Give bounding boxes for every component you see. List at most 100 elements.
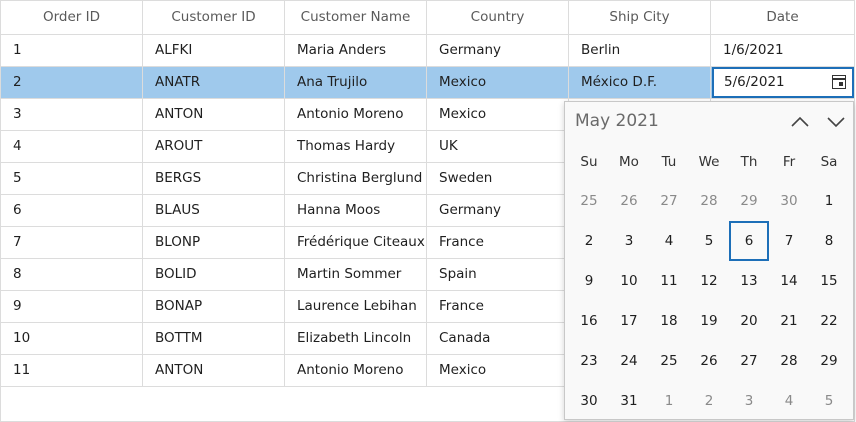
calendar-day[interactable]: 10 — [609, 261, 649, 301]
calendar-day[interactable]: 6 — [729, 221, 769, 261]
calendar-day[interactable]: 29 — [729, 181, 769, 221]
column-header-country[interactable]: Country — [427, 1, 569, 34]
calendar-day[interactable]: 8 — [809, 221, 849, 261]
calendar-day[interactable]: 9 — [569, 261, 609, 301]
calendar-day[interactable]: 29 — [809, 341, 849, 381]
date-value[interactable]: 5/6/2021 — [724, 69, 785, 96]
cell-customer-id[interactable]: ANTON — [143, 355, 285, 386]
calendar-day[interactable]: 25 — [649, 341, 689, 381]
cell-country[interactable]: Canada — [427, 323, 569, 354]
calendar-day[interactable]: 11 — [649, 261, 689, 301]
cell-customer-name[interactable]: Laurence Lebihan — [285, 291, 427, 322]
column-header-date[interactable]: Date — [711, 1, 854, 34]
calendar-day[interactable]: 3 — [609, 221, 649, 261]
column-header-customer-id[interactable]: Customer ID — [143, 1, 285, 34]
calendar-day[interactable]: 4 — [769, 381, 809, 421]
cell-customer-id[interactable]: BOTTM — [143, 323, 285, 354]
calendar-day[interactable]: 2 — [569, 221, 609, 261]
calendar-day[interactable]: 18 — [649, 301, 689, 341]
cell-country[interactable]: Germany — [427, 35, 569, 66]
cell-order-id[interactable]: 2 — [1, 67, 143, 98]
month-label[interactable]: May 2021 — [575, 111, 659, 131]
cell-country[interactable]: Spain — [427, 259, 569, 290]
calendar-day[interactable]: 30 — [569, 381, 609, 421]
cell-order-id[interactable]: 1 — [1, 35, 143, 66]
cell-customer-name[interactable]: Antonio Moreno — [285, 355, 427, 386]
cell-customer-name[interactable]: Elizabeth Lincoln — [285, 323, 427, 354]
date-picker-input[interactable]: 5/6/2021 — [712, 67, 854, 98]
cell-order-id[interactable]: 4 — [1, 131, 143, 162]
cell-customer-id[interactable]: BLAUS — [143, 195, 285, 226]
calendar-icon[interactable] — [832, 75, 846, 89]
chevron-up-icon[interactable] — [789, 112, 811, 132]
calendar-day[interactable]: 26 — [609, 181, 649, 221]
calendar-day[interactable]: 15 — [809, 261, 849, 301]
calendar-day[interactable]: 24 — [609, 341, 649, 381]
cell-customer-name[interactable]: Frédérique Citeaux — [285, 227, 427, 258]
calendar-day[interactable]: 7 — [769, 221, 809, 261]
calendar-day[interactable]: 21 — [769, 301, 809, 341]
table-row[interactable]: 1 ALFKI Maria Anders Germany Berlin 1/6/2021 — [1, 35, 854, 67]
cell-country[interactable]: France — [427, 291, 569, 322]
cell-customer-name[interactable]: Martin Sommer — [285, 259, 427, 290]
calendar-day[interactable]: 27 — [649, 181, 689, 221]
calendar-day[interactable]: 25 — [569, 181, 609, 221]
calendar-day[interactable]: 31 — [609, 381, 649, 421]
calendar-day[interactable]: 23 — [569, 341, 609, 381]
cell-country[interactable]: Mexico — [427, 99, 569, 130]
cell-order-id[interactable]: 3 — [1, 99, 143, 130]
calendar-day[interactable]: 12 — [689, 261, 729, 301]
cell-country[interactable]: Germany — [427, 195, 569, 226]
cell-customer-name[interactable]: Ana Trujilo — [285, 67, 427, 98]
cell-ship-city[interactable]: México D.F. — [569, 67, 711, 98]
cell-country[interactable]: Sweden — [427, 163, 569, 194]
calendar-day[interactable]: 1 — [649, 381, 689, 421]
cell-customer-id[interactable]: AROUT — [143, 131, 285, 162]
cell-customer-id[interactable]: ANATR — [143, 67, 285, 98]
cell-customer-id[interactable]: BOLID — [143, 259, 285, 290]
column-header-customer-name[interactable]: Customer Name — [285, 1, 427, 34]
column-header-order-id[interactable]: Order ID — [1, 1, 143, 34]
cell-order-id[interactable]: 9 — [1, 291, 143, 322]
calendar-day[interactable]: 19 — [689, 301, 729, 341]
calendar-day[interactable]: 13 — [729, 261, 769, 301]
calendar-day[interactable]: 16 — [569, 301, 609, 341]
cell-ship-city[interactable]: Berlin — [569, 35, 711, 66]
calendar-day[interactable]: 30 — [769, 181, 809, 221]
cell-customer-id[interactable]: BLONP — [143, 227, 285, 258]
calendar-day[interactable]: 5 — [809, 381, 849, 421]
calendar-day[interactable]: 27 — [729, 341, 769, 381]
cell-customer-id[interactable]: BERGS — [143, 163, 285, 194]
calendar-day[interactable]: 20 — [729, 301, 769, 341]
chevron-down-icon[interactable] — [825, 112, 847, 132]
cell-order-id[interactable]: 8 — [1, 259, 143, 290]
cell-order-id[interactable]: 7 — [1, 227, 143, 258]
cell-customer-id[interactable]: ANTON — [143, 99, 285, 130]
cell-order-id[interactable]: 11 — [1, 355, 143, 386]
cell-country[interactable]: UK — [427, 131, 569, 162]
calendar-day[interactable]: 3 — [729, 381, 769, 421]
cell-country[interactable]: Mexico — [427, 67, 569, 98]
cell-customer-name[interactable]: Thomas Hardy — [285, 131, 427, 162]
cell-customer-id[interactable]: BONAP — [143, 291, 285, 322]
calendar-day[interactable]: 5 — [689, 221, 729, 261]
cell-customer-name[interactable]: Maria Anders — [285, 35, 427, 66]
cell-customer-name[interactable]: Antonio Moreno — [285, 99, 427, 130]
cell-order-id[interactable]: 10 — [1, 323, 143, 354]
calendar-day[interactable]: 14 — [769, 261, 809, 301]
cell-customer-id[interactable]: ALFKI — [143, 35, 285, 66]
cell-date[interactable]: 1/6/2021 — [711, 35, 854, 66]
cell-country[interactable]: France — [427, 227, 569, 258]
column-header-ship-city[interactable]: Ship City — [569, 1, 711, 34]
calendar-day[interactable]: 22 — [809, 301, 849, 341]
cell-customer-name[interactable]: Hanna Moos — [285, 195, 427, 226]
calendar-day[interactable]: 4 — [649, 221, 689, 261]
calendar-day[interactable]: 28 — [769, 341, 809, 381]
cell-order-id[interactable]: 6 — [1, 195, 143, 226]
calendar-day[interactable]: 17 — [609, 301, 649, 341]
cell-customer-name[interactable]: Christina Berglund — [285, 163, 427, 194]
calendar-day[interactable]: 28 — [689, 181, 729, 221]
calendar-day[interactable]: 1 — [809, 181, 849, 221]
calendar-day[interactable]: 2 — [689, 381, 729, 421]
cell-order-id[interactable]: 5 — [1, 163, 143, 194]
